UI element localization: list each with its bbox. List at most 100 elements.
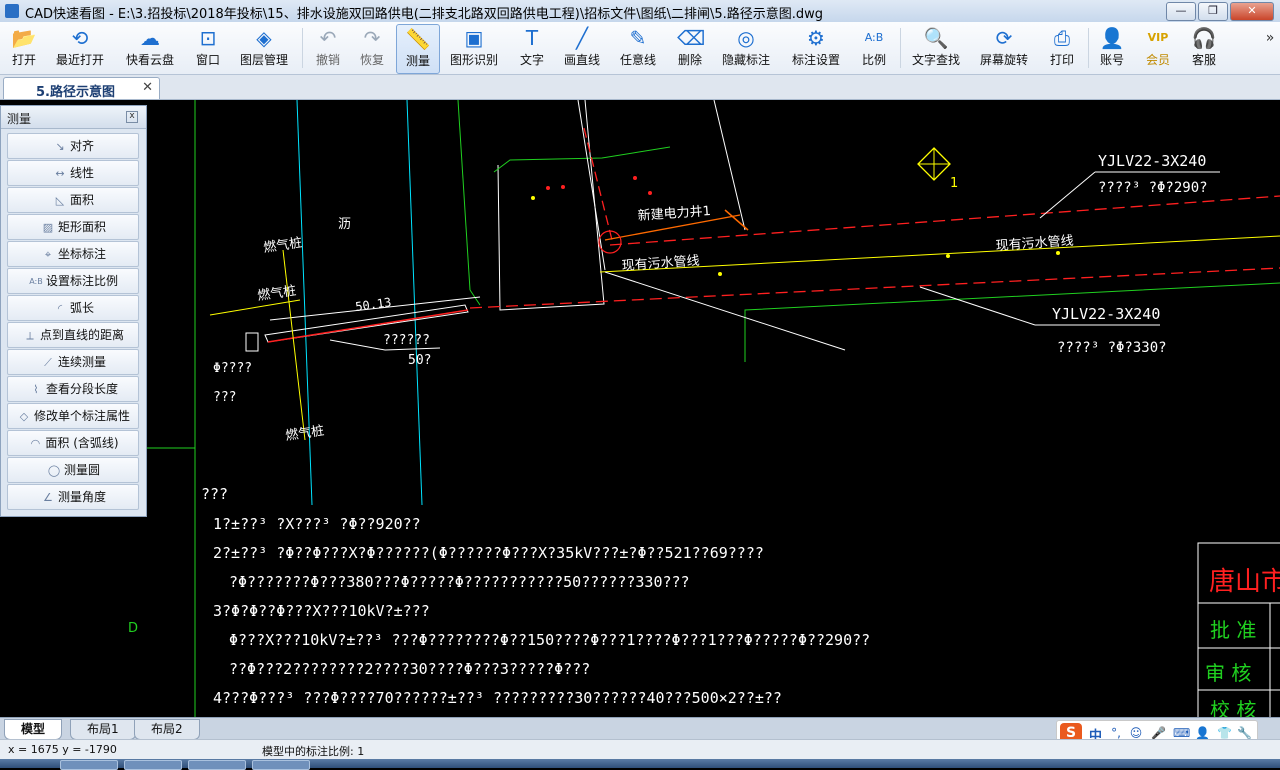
customer-service-button[interactable]: 🎧 客服 <box>1186 24 1222 72</box>
well-label: 新建电力井1 <box>637 203 711 224</box>
text-button[interactable]: T 文字 <box>512 24 552 72</box>
angle-icon: ∠ <box>43 490 53 504</box>
point-to-line-button[interactable]: ⟂ 点到直线的距离 <box>7 322 139 348</box>
redo-button[interactable]: ↷ 恢复 <box>352 24 392 72</box>
account-button[interactable]: 👤 账号 <box>1094 24 1130 72</box>
undo-icon: ↶ <box>319 26 337 50</box>
measure-area-button[interactable]: ◺ 面积 <box>7 187 139 213</box>
headset-icon: 🎧 <box>1191 26 1217 50</box>
polyline-icon: ⟋ <box>44 355 52 369</box>
tab-layout-1[interactable]: 布局1 <box>70 719 136 740</box>
shape-recognition-button[interactable]: ▣ 图形识别 <box>446 24 502 72</box>
rect-area-icon: ▨ <box>42 220 54 234</box>
toolbar-overflow-button[interactable]: » <box>1262 24 1278 72</box>
measure-rect-area-button[interactable]: ▨ 矩形面积 <box>7 214 139 240</box>
perpendicular-icon: ⟂ <box>26 328 34 342</box>
line-icon: ╱ <box>575 26 589 50</box>
title-block-check: 校 核 <box>1210 698 1256 717</box>
measure-panel: 测量 x ↘ 对齐 ↔ 线性 ◺ 面积 ▨ 矩形面积 ⌖ 坐标标注 A:B 设置标注比例 ◜… <box>0 105 147 517</box>
punctuation-icon[interactable]: °, <box>1109 726 1123 740</box>
wrench-icon[interactable]: 🔧 <box>1237 726 1252 740</box>
note-line: 2?±??³ ?Φ??Φ???X?Φ??????(Φ??????Φ???X?35… <box>213 544 764 562</box>
coordinate-annotation-button[interactable]: ⌖ 坐标标注 <box>7 241 139 267</box>
segment-icon: ⌇ <box>33 382 39 396</box>
delete-button[interactable]: ⌫ 删除 <box>672 24 708 72</box>
window-title: CAD快速看图 - E:\3.招投标\2018年投标\15、排水设施双回路供电(… <box>25 7 824 22</box>
search-icon: 🔍 <box>923 26 949 50</box>
drawing-canvas[interactable]: 燃气桩 燃气桩 燃气桩 沥 50.13 ?????? 50? Φ???? ???… <box>0 100 1280 717</box>
measure-button[interactable]: 📏 测量 <box>396 24 440 74</box>
main-toolbar: 📂 打开 ⟲ 最近打开 ☁ 快看云盘 ⊡ 窗口 ◈ 图层管理 ↶ 撤销 ↷ 恢复 📏 测量 ▣ 图… <box>0 22 1280 75</box>
eye-hidden-icon: ◎ <box>737 26 755 50</box>
area-icon: ◺ <box>55 193 65 207</box>
note-line: 3?Φ?Φ??Φ???X???10kV?±??? <box>213 602 430 620</box>
close-tab-icon[interactable]: ✕ <box>142 80 153 95</box>
arc-length-button[interactable]: ◜ 弧长 <box>7 295 139 321</box>
restore-button[interactable]: ❐ <box>1198 2 1228 21</box>
dimension-label: ?????? <box>383 333 430 348</box>
tab-model[interactable]: 模型 <box>4 719 63 740</box>
user-center-icon[interactable]: 👤 <box>1195 726 1210 740</box>
scale-icon: A:B <box>864 31 884 44</box>
set-annotation-scale-button[interactable]: A:B 设置标注比例 <box>7 268 139 294</box>
layer-manager-button[interactable]: ◈ 图层管理 <box>234 24 294 72</box>
print-button[interactable]: ⎙ 打印 <box>1044 24 1080 72</box>
emoji-icon[interactable]: ☺ <box>1129 726 1143 740</box>
cloud-drive-button[interactable]: ☁ 快看云盘 <box>120 24 180 72</box>
cable-spec-2-detail: ????³ ?Φ?330? <box>1057 340 1167 356</box>
edit-annotation-button[interactable]: ◇ 修改单个标注属性 <box>7 403 139 429</box>
microphone-icon[interactable]: 🎤 <box>1151 726 1166 740</box>
eraser-icon: ⌫ <box>677 26 706 50</box>
area-with-arc-button[interactable]: ◠ 面积 (含弧线) <box>7 430 139 456</box>
circle-icon: ◯ <box>47 463 61 477</box>
taskbar-item[interactable] <box>124 760 182 770</box>
ruler-icon: 📏 <box>405 27 431 51</box>
text-search-button[interactable]: 🔍 文字查找 <box>908 24 964 72</box>
rotate-icon: ⟳ <box>995 26 1013 50</box>
taskbar-item[interactable] <box>188 760 246 770</box>
sewer-label-2: 现有污水管线 <box>995 234 1074 254</box>
hide-annotation-button[interactable]: ◎ 隐藏标注 <box>718 24 774 72</box>
close-button[interactable]: ✕ <box>1230 2 1274 21</box>
draw-line-button[interactable]: ╱ 画直线 <box>560 24 604 72</box>
undo-button[interactable]: ↶ 撤销 <box>308 24 348 72</box>
continuous-measure-button[interactable]: ⟋ 连续测量 <box>7 349 139 375</box>
freehand-line-button[interactable]: ✎ 任意线 <box>616 24 660 72</box>
recent-open-button[interactable]: ⟲ 最近打开 <box>50 24 110 72</box>
tab-document[interactable]: 5.路径示意图 ✕ <box>3 77 160 100</box>
measure-angle-button[interactable]: ∠ 测量角度 <box>7 484 139 510</box>
marker-d: D <box>128 621 138 636</box>
title-block-review: 审 核 <box>1205 661 1251 685</box>
document-tab-bar: 5.路径示意图 ✕ <box>0 75 1280 100</box>
windows-taskbar <box>0 759 1280 770</box>
align-measure-icon: ↘ <box>55 139 65 153</box>
open-button[interactable]: 📂 打开 <box>4 24 44 72</box>
measure-circle-button[interactable]: ◯ 测量圆 <box>7 457 139 483</box>
taskbar-item[interactable] <box>60 760 118 770</box>
tab-layout-2[interactable]: 布局2 <box>134 719 200 740</box>
window-button[interactable]: ⊡ 窗口 <box>188 24 228 72</box>
status-bar: x = 1675 y = -1790 模型中的标注比例: 1 <box>0 739 1280 760</box>
diamond-icon: ◇ <box>19 409 29 423</box>
minimize-button[interactable]: — <box>1166 2 1196 21</box>
printer-icon: ⎙ <box>1054 26 1070 50</box>
chevron-right-icon: » <box>1265 30 1275 46</box>
note-line: 1?±??³ ?X???³ ?Φ??920?? <box>213 515 421 533</box>
cable-spec-1-detail: ????³ ?Φ?290? <box>1098 180 1208 196</box>
vip-button[interactable]: VIP 会员 <box>1140 24 1176 72</box>
taskbar-item[interactable] <box>252 760 310 770</box>
redo-icon: ↷ <box>363 26 381 50</box>
skin-icon[interactable]: 👕 <box>1217 726 1232 740</box>
measure-linear-button[interactable]: ↔ 线性 <box>7 160 139 186</box>
keyboard-icon[interactable]: ⌨ <box>1173 726 1190 740</box>
layers-icon: ◈ <box>256 26 272 50</box>
panel-close-icon[interactable]: x <box>126 111 138 123</box>
screen-rotate-button[interactable]: ⟳ 屏幕旋转 <box>976 24 1032 72</box>
title-block-approve: 批 准 <box>1210 618 1256 642</box>
measure-align-button[interactable]: ↘ 对齐 <box>7 133 139 159</box>
annotation-settings-button[interactable]: ⚙ 标注设置 <box>788 24 844 72</box>
note-line: 4???Φ???³ ???Φ????70??????±??³ ?????????… <box>213 689 782 707</box>
scale-icon: A:B <box>29 276 43 286</box>
segment-length-button[interactable]: ⌇ 查看分段长度 <box>7 376 139 402</box>
scale-button[interactable]: A:B 比例 <box>856 24 892 72</box>
